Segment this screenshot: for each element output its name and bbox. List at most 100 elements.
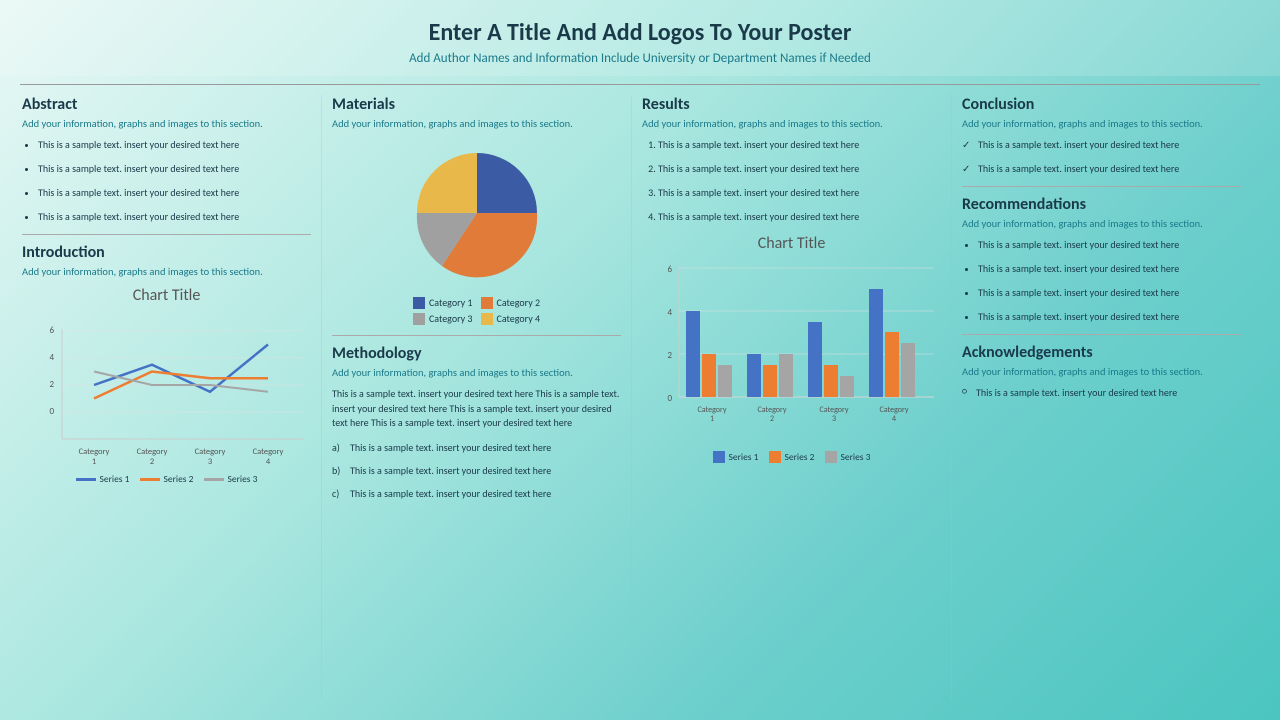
svg-text:2: 2 xyxy=(49,379,54,390)
abstract-list: This is a sample text. insert your desir… xyxy=(22,138,311,224)
abstract-subtitle: Add your information, graphs and images … xyxy=(22,117,311,130)
pie-label-3: Category 3 xyxy=(429,312,473,325)
bar-chart: Chart Title 0 2 4 6 xyxy=(642,234,941,463)
pie-label-4: Category 4 xyxy=(497,312,541,325)
materials-title: Materials xyxy=(332,95,621,114)
svg-text:4: 4 xyxy=(266,457,271,467)
list-item: This is a sample text. insert your desir… xyxy=(38,138,311,152)
svg-text:Category: Category xyxy=(79,447,110,457)
legend-label-1: Series 1 xyxy=(100,473,130,485)
bar-legend-s2: Series 2 xyxy=(769,451,815,463)
pie-label-1: Category 1 xyxy=(429,296,473,309)
recommendations-title: Recommendations xyxy=(962,195,1242,214)
svg-text:Category: Category xyxy=(137,447,168,457)
divider4 xyxy=(962,334,1242,335)
results-subtitle: Add your information, graphs and images … xyxy=(642,117,941,130)
svg-text:Category: Category xyxy=(253,447,284,457)
divider2 xyxy=(332,335,621,336)
acknowledgements-subtitle: Add your information, graphs and images … xyxy=(962,365,1242,378)
line-chart-svg: 6 4 2 0 Category 1 Category 2 Category 3… xyxy=(24,309,309,469)
svg-text:6: 6 xyxy=(49,325,54,336)
abstract-title: Abstract xyxy=(22,95,311,114)
list-item: This is a sample text. insert your desir… xyxy=(332,441,621,454)
methodology-list: This is a sample text. insert your desir… xyxy=(332,441,621,500)
conclusion-list: This is a sample text. insert your desir… xyxy=(962,138,1242,176)
acknowledgements-list: This is a sample text. insert your desir… xyxy=(962,386,1242,400)
svg-text:2: 2 xyxy=(770,414,774,424)
materials-section: Materials Add your information, graphs a… xyxy=(332,95,621,325)
divider xyxy=(22,234,311,235)
column-1: Abstract Add your information, graphs an… xyxy=(12,95,322,700)
pie-legend-cat3: Category 3 xyxy=(413,312,473,325)
materials-subtitle: Add your information, graphs and images … xyxy=(332,117,621,130)
line-chart-title: Chart Title xyxy=(133,286,201,305)
legend-dot-4 xyxy=(481,313,493,325)
results-title: Results xyxy=(642,95,941,114)
legend-line-2 xyxy=(140,478,160,481)
line-chart: Chart Title 6 4 2 0 Category xyxy=(22,286,311,485)
bar-legend-label-1: Series 1 xyxy=(729,451,759,463)
list-item: This is a sample text. insert your desir… xyxy=(962,138,1242,152)
legend-dot-3 xyxy=(413,313,425,325)
svg-text:6: 6 xyxy=(667,264,672,275)
list-item: This is a sample text. insert your desir… xyxy=(332,487,621,500)
bar-legend-label-2: Series 2 xyxy=(785,451,815,463)
bar-legend-rect-3 xyxy=(825,451,837,463)
recommendations-list: This is a sample text. insert your desir… xyxy=(962,238,1242,324)
svg-text:1: 1 xyxy=(92,457,96,467)
header: Enter A Title And Add Logos To Your Post… xyxy=(0,0,1280,76)
abstract-section: Abstract Add your information, graphs an… xyxy=(22,95,311,224)
list-item: This is a sample text. insert your desir… xyxy=(38,162,311,176)
legend-label-2: Series 2 xyxy=(164,473,194,485)
svg-text:1: 1 xyxy=(710,414,714,424)
list-item: This is a sample text. insert your desir… xyxy=(962,162,1242,176)
methodology-section: Methodology Add your information, graphs… xyxy=(332,344,621,500)
pie-legend: Category 1 Category 2 Category 3 Categor… xyxy=(413,296,540,325)
list-item: This is a sample text. insert your desir… xyxy=(978,310,1242,324)
bar-legend-label-3: Series 3 xyxy=(841,451,871,463)
pie-legend-cat4: Category 4 xyxy=(481,312,541,325)
pie-legend-cat1: Category 1 xyxy=(413,296,473,309)
svg-text:0: 0 xyxy=(49,406,54,417)
conclusion-subtitle: Add your information, graphs and images … xyxy=(962,117,1242,130)
conclusion-title: Conclusion xyxy=(962,95,1242,114)
legend-series3: Series 3 xyxy=(204,473,258,485)
list-item: This is a sample text. insert your desir… xyxy=(978,286,1242,300)
acknowledgements-section: Acknowledgements Add your information, g… xyxy=(962,343,1242,400)
legend-label-3: Series 3 xyxy=(228,473,258,485)
bar-legend-rect-1 xyxy=(713,451,725,463)
methodology-body: This is a sample text. insert your desir… xyxy=(332,387,621,431)
recommendations-section: Recommendations Add your information, gr… xyxy=(962,195,1242,324)
list-item: This is a sample text. insert your desir… xyxy=(658,138,941,152)
bar-chart-title: Chart Title xyxy=(758,234,826,253)
bar-legend-rect-2 xyxy=(769,451,781,463)
legend-line-3 xyxy=(204,478,224,481)
bar-chart-legend: Series 1 Series 2 Series 3 xyxy=(713,451,871,463)
conclusion-section: Conclusion Add your information, graphs … xyxy=(962,95,1242,176)
introduction-section: Introduction Add your information, graph… xyxy=(22,243,311,485)
pie-legend-cat2: Category 2 xyxy=(481,296,541,309)
legend-series1: Series 1 xyxy=(76,473,130,485)
line-chart-legend: Series 1 Series 2 Series 3 xyxy=(76,473,258,485)
svg-text:4: 4 xyxy=(49,352,54,363)
introduction-title: Introduction xyxy=(22,243,311,262)
poster-subtitle: Add Author Names and Information Include… xyxy=(20,51,1260,66)
bar-legend-s3: Series 3 xyxy=(825,451,871,463)
column-3: Results Add your information, graphs and… xyxy=(632,95,952,700)
legend-line-1 xyxy=(76,478,96,481)
svg-text:0: 0 xyxy=(667,393,672,404)
list-item: This is a sample text. insert your desir… xyxy=(962,386,1242,400)
list-item: This is a sample text. insert your desir… xyxy=(978,262,1242,276)
bar-chart-svg: 0 2 4 6 xyxy=(644,257,939,447)
list-item: This is a sample text. insert your desir… xyxy=(38,210,311,224)
results-list: This is a sample text. insert your desir… xyxy=(642,138,941,224)
svg-text:Category: Category xyxy=(195,447,226,457)
list-item: This is a sample text. insert your desir… xyxy=(38,186,311,200)
svg-text:2: 2 xyxy=(150,457,154,467)
list-item: This is a sample text. insert your desir… xyxy=(332,464,621,477)
methodology-subtitle: Add your information, graphs and images … xyxy=(332,366,621,379)
list-item: This is a sample text. insert your desir… xyxy=(658,210,941,224)
svg-text:4: 4 xyxy=(667,307,672,318)
legend-series2: Series 2 xyxy=(140,473,194,485)
recommendations-subtitle: Add your information, graphs and images … xyxy=(962,217,1242,230)
